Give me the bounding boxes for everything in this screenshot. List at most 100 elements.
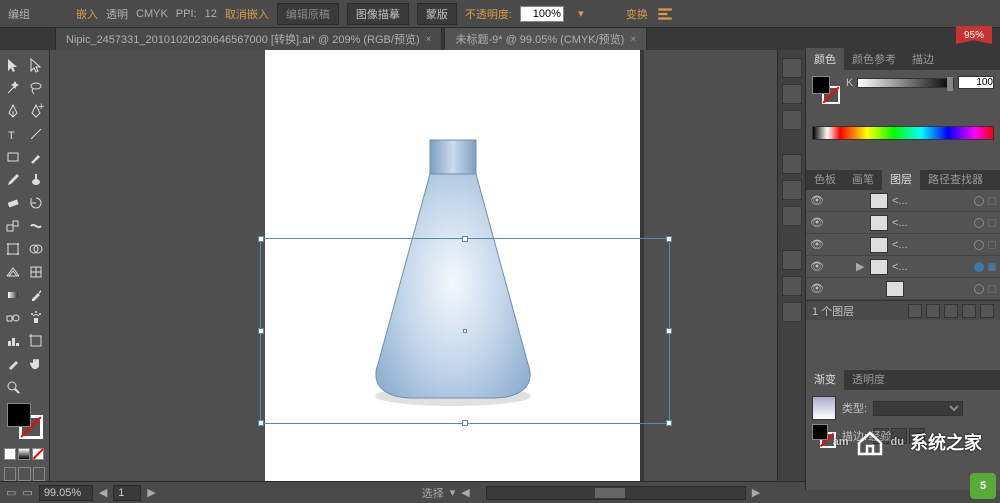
eraser-tool[interactable]: [2, 192, 24, 214]
hand-tool[interactable]: [25, 353, 47, 375]
direct-selection-tool[interactable]: [25, 54, 47, 76]
resize-handle[interactable]: [258, 236, 264, 242]
artboard-tool[interactable]: [25, 330, 47, 352]
gradient-type-select[interactable]: [873, 401, 963, 416]
perspective-grid-tool[interactable]: [2, 261, 24, 283]
select-indicator[interactable]: [988, 197, 996, 205]
horizontal-scrollbar[interactable]: [486, 486, 746, 500]
visibility-icon[interactable]: 👁: [810, 238, 824, 251]
locate-object-icon[interactable]: [908, 304, 922, 318]
zoom-input[interactable]: [39, 485, 93, 501]
width-tool[interactable]: [25, 215, 47, 237]
scroll-right-icon[interactable]: ▶: [752, 486, 760, 499]
embed-link[interactable]: 嵌入: [76, 6, 98, 22]
artboard-number-input[interactable]: [113, 485, 141, 501]
tab-transparency[interactable]: 透明度: [844, 368, 893, 390]
mesh-tool[interactable]: [25, 261, 47, 283]
new-layer-icon[interactable]: [962, 304, 976, 318]
slice-tool[interactable]: [2, 353, 24, 375]
eyedropper-tool[interactable]: [25, 284, 47, 306]
select-indicator[interactable]: [988, 219, 996, 227]
layer-row[interactable]: 👁<...: [806, 190, 1000, 212]
target-icon[interactable]: [974, 284, 984, 294]
none-mode-swatch[interactable]: [32, 448, 44, 460]
select-indicator[interactable]: [988, 241, 996, 249]
unembed-link[interactable]: 取消嵌入: [225, 6, 269, 22]
column-graph-tool[interactable]: [2, 330, 24, 352]
dock-icon[interactable]: [782, 180, 802, 200]
blob-brush-tool[interactable]: [25, 169, 47, 191]
document-tab[interactable]: Nipic_2457331_20101020230646567000 [转换].…: [55, 27, 442, 50]
gradient-swatch[interactable]: [812, 396, 836, 420]
k-input[interactable]: [958, 76, 994, 89]
resize-handle[interactable]: [666, 236, 672, 242]
k-slider[interactable]: [857, 78, 954, 88]
dock-icon[interactable]: [782, 58, 802, 78]
curvature-tool[interactable]: +: [25, 100, 47, 122]
magic-wand-tool[interactable]: [2, 77, 24, 99]
opacity-input[interactable]: [520, 6, 564, 22]
target-icon[interactable]: [974, 240, 984, 250]
line-tool[interactable]: [25, 123, 47, 145]
selection-tool[interactable]: [2, 54, 24, 76]
dock-icon[interactable]: [782, 110, 802, 130]
resize-handle[interactable]: [666, 420, 672, 426]
dock-icon[interactable]: [782, 276, 802, 296]
visibility-icon[interactable]: 👁: [810, 260, 824, 273]
status-icon[interactable]: ▭: [22, 486, 32, 499]
delete-icon[interactable]: [980, 304, 994, 318]
dock-icon[interactable]: [782, 84, 802, 104]
visibility-icon[interactable]: 👁: [810, 282, 824, 295]
type-tool[interactable]: T: [2, 123, 24, 145]
transform-link[interactable]: 变换: [626, 6, 648, 22]
select-indicator[interactable]: [988, 285, 996, 293]
document-tab[interactable]: 未标题-9* @ 99.05% (CMYK/预览) ×: [444, 27, 647, 50]
pencil-tool[interactable]: [2, 169, 24, 191]
resize-handle[interactable]: [258, 328, 264, 334]
lasso-tool[interactable]: [25, 77, 47, 99]
target-icon[interactable]: [974, 262, 984, 272]
tab-pathfinder[interactable]: 路径查找器: [920, 168, 991, 190]
gradient-mode-swatch[interactable]: [18, 448, 30, 460]
zoom-tool[interactable]: [2, 376, 24, 398]
color-mode-swatch[interactable]: [4, 448, 16, 460]
visibility-icon[interactable]: 👁: [810, 194, 824, 207]
artboard-next-icon[interactable]: ▶: [147, 486, 155, 499]
blend-tool[interactable]: [2, 307, 24, 329]
expand-icon[interactable]: ▶: [856, 260, 866, 273]
paintbrush-tool[interactable]: [25, 146, 47, 168]
layer-row[interactable]: 👁<...: [806, 212, 1000, 234]
make-clip-icon[interactable]: [926, 304, 940, 318]
select-indicator[interactable]: [988, 263, 996, 271]
panel-fill-stroke[interactable]: [812, 76, 840, 104]
dock-icon[interactable]: [782, 154, 802, 174]
tab-swatches[interactable]: 色板: [806, 168, 844, 190]
visibility-icon[interactable]: 👁: [810, 216, 824, 229]
free-transform-tool[interactable]: [2, 238, 24, 260]
scroll-left-icon[interactable]: ◀: [461, 486, 469, 499]
align-icon[interactable]: [656, 5, 674, 23]
tab-layers[interactable]: 图层: [882, 168, 920, 190]
dock-icon[interactable]: [782, 302, 802, 322]
image-trace-button[interactable]: 图像描摹: [347, 3, 409, 25]
symbol-sprayer-tool[interactable]: [25, 307, 47, 329]
opacity-stepper-icon[interactable]: ▾: [572, 5, 590, 23]
gradient-tool[interactable]: [2, 284, 24, 306]
tab-brushes[interactable]: 画笔: [844, 168, 882, 190]
scale-tool[interactable]: [2, 215, 24, 237]
layer-row[interactable]: 👁▶<...: [806, 256, 1000, 278]
tab-gradient[interactable]: 渐变: [806, 368, 844, 390]
shape-builder-tool[interactable]: [25, 238, 47, 260]
canvas[interactable]: [50, 50, 777, 490]
artboard-prev-icon[interactable]: ◀: [99, 486, 107, 499]
layer-row[interactable]: 👁<...: [806, 234, 1000, 256]
tab-color-guide[interactable]: 颜色参考: [844, 48, 904, 70]
dropdown-icon[interactable]: ▾: [450, 486, 456, 499]
fill-swatch[interactable]: [7, 403, 31, 427]
target-icon[interactable]: [974, 196, 984, 206]
zoom-out-icon[interactable]: ▭: [6, 486, 16, 499]
close-icon[interactable]: ×: [426, 34, 432, 45]
fill-stroke-indicator[interactable]: [7, 403, 43, 439]
target-icon[interactable]: [974, 218, 984, 228]
rectangle-tool[interactable]: [2, 146, 24, 168]
